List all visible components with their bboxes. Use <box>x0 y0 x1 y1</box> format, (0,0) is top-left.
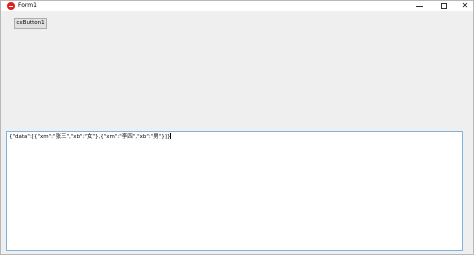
form-client-area: cxButton1 {"data":[{"xm":"张三","xb":"女"},… <box>1 11 473 254</box>
maximize-icon <box>441 3 447 9</box>
title-bar[interactable]: Form1 ✕ <box>1 1 473 11</box>
maximize-button[interactable] <box>433 1 455 11</box>
close-icon: ✕ <box>461 1 469 10</box>
minimize-button[interactable] <box>409 1 431 11</box>
cxbutton1-button[interactable]: cxButton1 <box>14 18 47 29</box>
memo-content: {"data":[{"xm":"张三","xb":"女"},{"xm":"李四"… <box>9 134 171 140</box>
minimize-icon <box>416 6 423 7</box>
text-caret <box>170 133 172 139</box>
app-icon <box>7 2 15 10</box>
app-window: Form1 ✕ cxButton1 {"data":[{"xm":"张三","x… <box>0 0 474 255</box>
memo-text-area[interactable]: {"data":[{"xm":"张三","xb":"女"},{"xm":"李四"… <box>6 131 463 251</box>
window-title: Form1 <box>18 2 37 9</box>
close-button[interactable]: ✕ <box>454 1 474 11</box>
